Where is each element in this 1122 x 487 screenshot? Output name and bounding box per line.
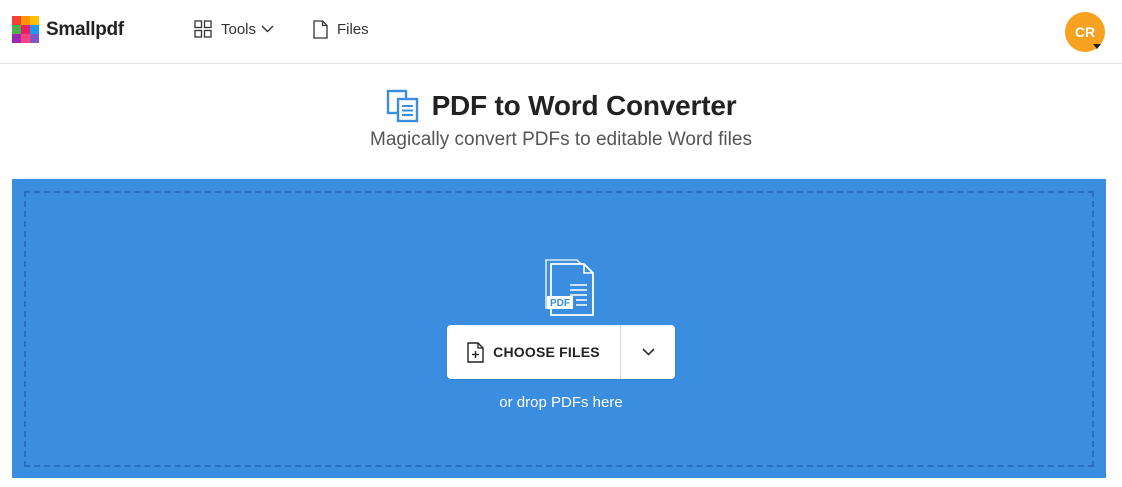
page-title: PDF to Word Converter — [431, 90, 737, 121]
pdf-illustration-label: PDF — [550, 298, 570, 309]
grid-icon — [194, 20, 212, 38]
user-avatar[interactable]: CR — [1065, 12, 1105, 52]
nav-tools-label: Tools — [221, 20, 257, 38]
choose-files-group: CHOOSE FILES — [447, 325, 675, 379]
chevron-down-icon — [641, 348, 655, 356]
nav-files-label: Files — [337, 21, 369, 38]
chevron-down-icon — [261, 25, 274, 33]
avatar-initials: CR — [1074, 24, 1096, 40]
logo-text: Smallpdf — [46, 18, 124, 40]
choose-source-dropdown-button[interactable] — [621, 325, 675, 379]
page-subtitle: Magically convert PDFs to editable Word … — [370, 129, 752, 150]
file-dropzone[interactable]: PDF CHOOSE FILES or drop PDFs here — [12, 179, 1106, 478]
nav-tools[interactable]: Tools — [194, 20, 274, 38]
dropzone-dashed-border: PDF CHOOSE FILES or drop PDFs here — [24, 191, 1094, 467]
nav-files[interactable]: Files — [313, 20, 369, 39]
file-plus-icon — [467, 341, 484, 363]
choose-files-button[interactable]: CHOOSE FILES — [447, 325, 620, 379]
logo-mark-icon — [12, 16, 39, 43]
logo[interactable]: Smallpdf — [12, 16, 124, 43]
title-row: PDF to Word Converter — [0, 89, 1122, 123]
choose-files-label: CHOOSE FILES — [493, 344, 600, 360]
drop-hint-text: or drop PDFs here — [499, 394, 623, 411]
pdf-to-word-icon — [386, 89, 418, 123]
top-header: Smallpdf Tools Files CR — [0, 0, 1122, 64]
file-icon — [313, 20, 328, 39]
caret-down-icon — [1093, 44, 1101, 49]
pdf-file-illustration-icon: PDF — [545, 259, 594, 316]
